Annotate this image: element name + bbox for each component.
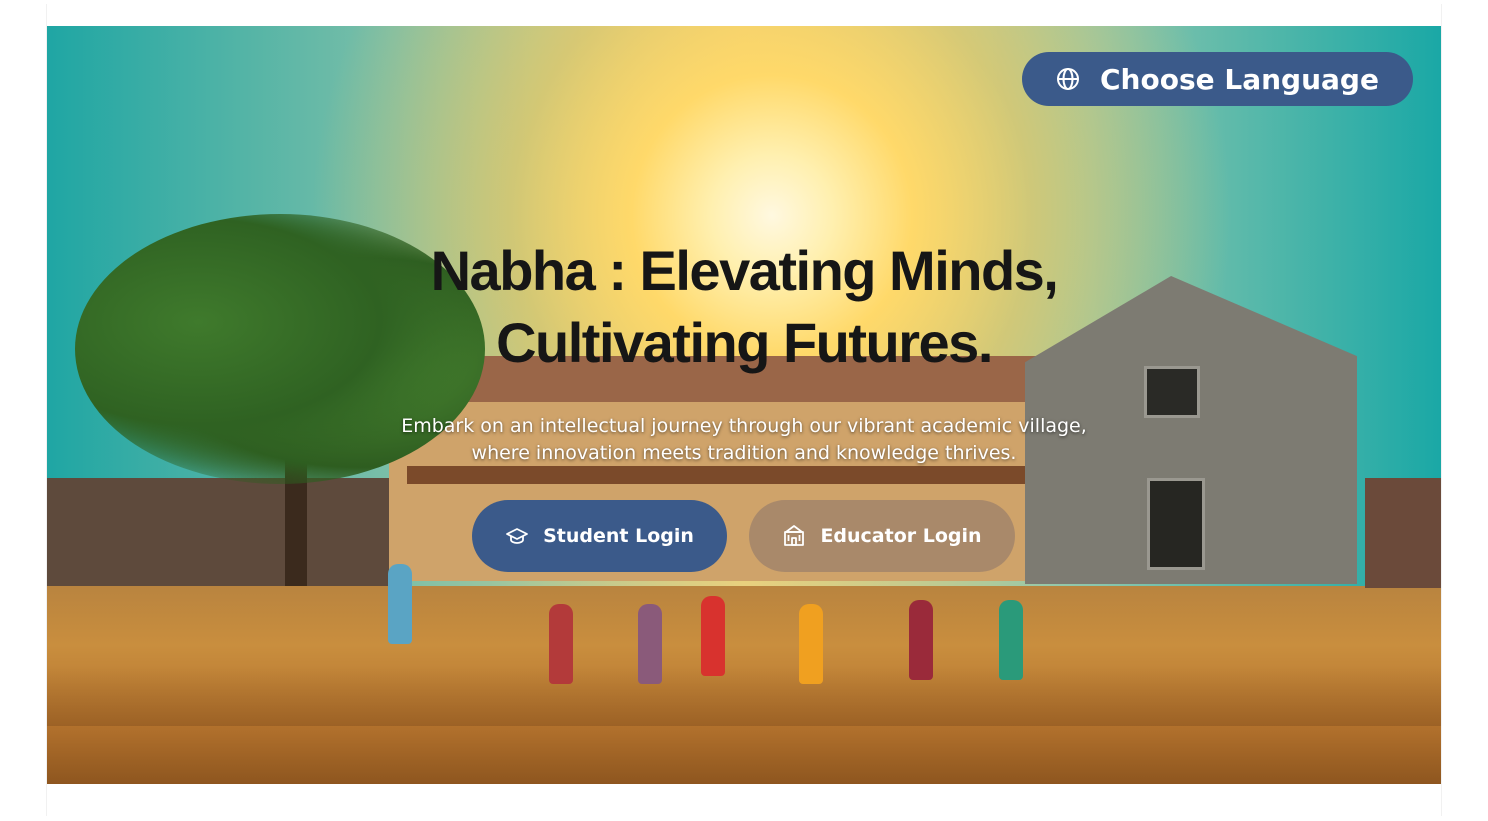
page-title-line1: Nabha : Elevating Minds, xyxy=(430,239,1059,302)
hero-subtitle-line2: where innovation meets tradition and kno… xyxy=(471,442,1017,464)
page-title: Nabha : Elevating Minds, Cultivating Fut… xyxy=(47,235,1441,379)
educator-login-label: Educator Login xyxy=(820,525,982,547)
hero-hall-door xyxy=(1147,478,1205,570)
choose-language-label: Choose Language xyxy=(1100,62,1379,96)
hero-wall-left xyxy=(47,478,389,586)
graduation-cap-icon xyxy=(506,528,528,544)
hero-child xyxy=(799,604,823,684)
student-login-button[interactable]: Student Login xyxy=(472,500,727,572)
hero-child xyxy=(638,604,662,684)
student-login-label: Student Login xyxy=(543,525,694,547)
hero-child xyxy=(999,600,1023,680)
hero-veranda xyxy=(407,466,1027,484)
hero-subtitle: Embark on an intellectual journey throug… xyxy=(47,413,1441,467)
hero-subtitle-line1: Embark on an intellectual journey throug… xyxy=(401,415,1087,437)
hero-section xyxy=(47,26,1441,784)
globe-icon xyxy=(1057,68,1079,90)
school-building-icon xyxy=(784,525,805,546)
hero-wall-right xyxy=(1365,478,1441,588)
page-title-line2: Cultivating Futures. xyxy=(496,311,993,374)
educator-login-button[interactable]: Educator Login xyxy=(749,500,1015,572)
hero-child xyxy=(701,596,725,676)
hero-child xyxy=(549,604,573,684)
choose-language-button[interactable]: Choose Language xyxy=(1022,52,1413,106)
hero-child xyxy=(388,564,412,644)
hero-child xyxy=(909,600,933,680)
